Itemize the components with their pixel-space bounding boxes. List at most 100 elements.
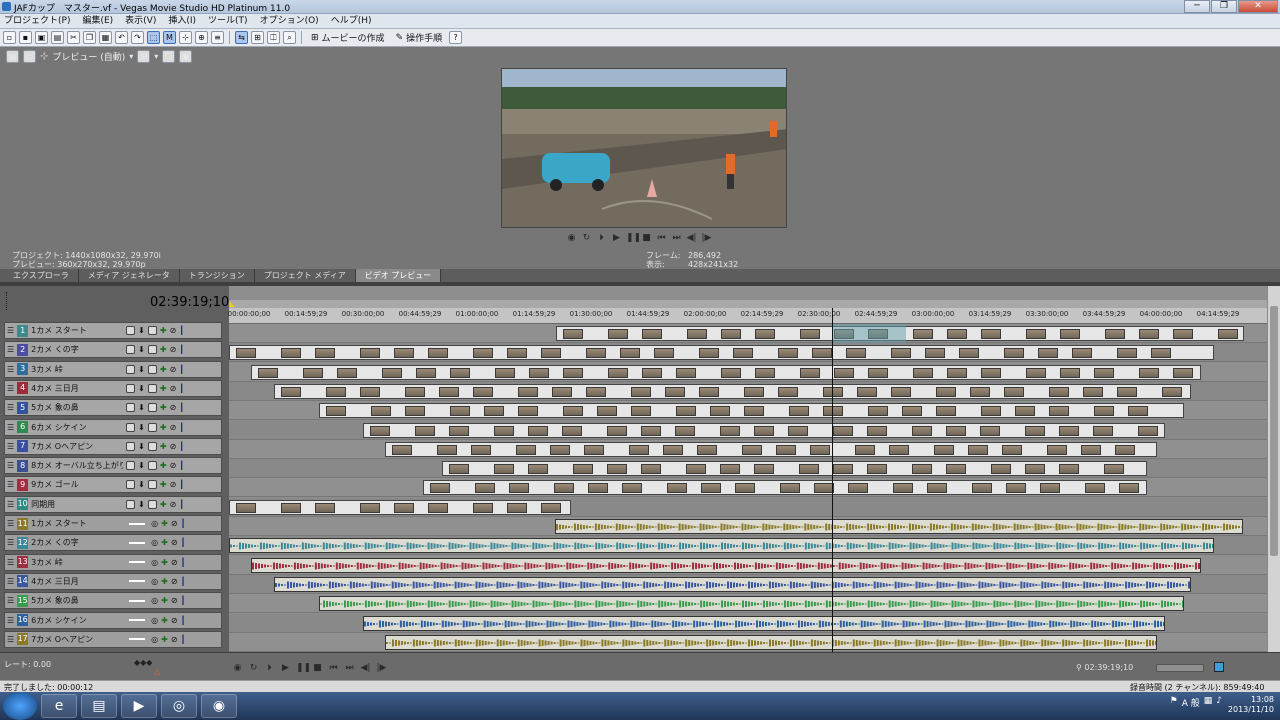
motion-icon[interactable] — [147, 326, 157, 335]
split-icon[interactable]: ⎅ — [267, 31, 280, 44]
go-to-end-icon[interactable]: ⏭ — [344, 663, 355, 674]
pan-knob-icon[interactable]: ◎ — [151, 519, 158, 528]
start-marker-icon[interactable]: ◣ — [229, 299, 235, 308]
collapse-icon[interactable]: ☰ — [7, 577, 14, 586]
track-name[interactable]: 4カメ 三日月 — [31, 576, 123, 587]
track-lane[interactable] — [229, 497, 1267, 517]
undo-icon[interactable]: ↶ — [115, 31, 128, 44]
flag-icon[interactable]: ⚑ — [1170, 696, 1178, 709]
normal-edit-tool-icon[interactable]: ⬚ — [147, 31, 160, 44]
paste-icon[interactable]: ▦ — [99, 31, 112, 44]
save-icon[interactable]: ▣ — [35, 31, 48, 44]
track-name[interactable]: 1カメ スタート — [31, 325, 123, 336]
track-name[interactable]: 2カメ くの字 — [31, 537, 123, 548]
help-pointer-icon[interactable]: ? — [449, 31, 463, 44]
stop-icon[interactable]: ■ — [312, 663, 323, 674]
compositing-icon[interactable]: ⬇ — [138, 384, 145, 393]
next-frame-icon[interactable]: |▶ — [701, 233, 712, 244]
solo-icon[interactable]: ⊘ — [171, 519, 178, 528]
collapse-icon[interactable]: ☰ — [7, 538, 14, 547]
motion-icon[interactable] — [147, 403, 157, 413]
external-monitor-icon[interactable]: ▭ — [23, 49, 36, 63]
zoom-icon[interactable]: ⌕ — [283, 31, 296, 44]
track-lane[interactable] — [229, 324, 1267, 343]
timeline-vertical-scrollbar[interactable] — [1267, 286, 1280, 652]
mute-icon[interactable]: ✚ — [161, 519, 168, 528]
solo-icon[interactable]: ⊘ — [170, 480, 177, 489]
mute-icon[interactable]: ✚ — [160, 403, 167, 412]
chevron-down-icon[interactable]: ▾ — [154, 52, 158, 61]
motion-icon[interactable] — [147, 461, 157, 471]
make-movie-button[interactable]: ⊞ ムービーの作成 — [307, 31, 389, 45]
ime-indicator[interactable]: A 般 — [1182, 696, 1200, 709]
motion-icon[interactable] — [147, 499, 157, 509]
motion-icon[interactable] — [147, 422, 157, 432]
audio-event[interactable] — [385, 634, 1157, 650]
arm-icon[interactable]: ┃ — [179, 403, 184, 412]
track-header[interactable]: ☰ 17 7カメ Oヘアピン ◎ ✚ ⊘ ┃ — [4, 630, 222, 648]
mute-icon[interactable]: ✚ — [160, 442, 167, 451]
preview-properties-icon[interactable]: ▤ — [6, 49, 19, 63]
playhead[interactable] — [832, 308, 833, 652]
collapse-icon[interactable]: ☰ — [7, 616, 14, 625]
fx-icon[interactable] — [126, 441, 136, 451]
track-name[interactable]: 1カメ スタート — [31, 518, 123, 529]
track-name[interactable]: 4カメ 三日月 — [31, 383, 123, 394]
solo-icon[interactable]: ⊘ — [170, 423, 177, 432]
menu-options[interactable]: オプション(O) — [260, 14, 319, 28]
tab-project-media[interactable]: プロジェクト メディア — [255, 269, 356, 282]
mute-icon[interactable]: ✚ — [160, 365, 167, 374]
motion-icon[interactable] — [147, 383, 157, 393]
track-name[interactable]: 3カメ 峠 — [31, 557, 123, 568]
fx-icon[interactable] — [126, 422, 136, 432]
compositing-icon[interactable]: ⬇ — [138, 403, 145, 412]
play-from-start-icon[interactable]: ⏵ — [264, 663, 275, 674]
track-name[interactable]: 6カメ シケイン — [31, 422, 123, 433]
motion-icon[interactable] — [147, 441, 157, 451]
go-to-end-icon[interactable]: ⏭ — [671, 233, 682, 244]
show-me-how-button[interactable]: ✎ 操作手順 — [392, 31, 447, 45]
video-event[interactable] — [229, 499, 571, 515]
arm-icon[interactable]: ┃ — [179, 480, 184, 489]
arm-icon[interactable]: ┃ — [179, 500, 184, 509]
mute-icon[interactable]: ✚ — [161, 577, 168, 586]
video-event[interactable] — [274, 383, 1191, 399]
track-header[interactable]: ☰ 10 同期用 ⬇ ✚ ⊘ ┃ — [4, 495, 222, 513]
solo-icon[interactable]: ⊘ — [171, 558, 178, 567]
solo-icon[interactable]: ⊘ — [170, 500, 177, 509]
arm-icon[interactable]: ┃ — [179, 384, 184, 393]
redo-icon[interactable]: ↷ — [131, 31, 144, 44]
solo-icon[interactable]: ⊘ — [170, 345, 177, 354]
compositing-icon[interactable]: ⬇ — [138, 461, 145, 470]
record-icon[interactable]: ◉ — [232, 663, 243, 674]
volume-fader[interactable] — [129, 541, 146, 544]
collapse-icon[interactable]: ☰ — [7, 423, 14, 432]
system-clock[interactable]: 13:08 2013/11/10 — [1228, 695, 1274, 715]
arm-icon[interactable]: ┃ — [179, 423, 184, 432]
video-event[interactable] — [385, 441, 1157, 457]
video-event[interactable] — [229, 345, 1214, 361]
track-lane[interactable] — [229, 536, 1267, 556]
previous-frame-icon[interactable]: ◀| — [686, 233, 697, 244]
open-folder-icon[interactable]: ▪ — [19, 31, 32, 44]
track-lane[interactable] — [229, 632, 1267, 652]
track-header[interactable]: ☰ 1 1カメ スタート ⬇ ✚ ⊘ ┃ — [4, 322, 222, 339]
mute-icon[interactable]: ✚ — [161, 558, 168, 567]
track-header[interactable]: ☰ 15 5カメ 象の鼻 ◎ ✚ ⊘ ┃ — [4, 592, 222, 610]
pan-knob-icon[interactable]: ◎ — [151, 538, 158, 547]
compositing-icon[interactable]: ⬇ — [138, 500, 145, 509]
properties-icon[interactable]: ▤ — [51, 31, 64, 44]
track-header[interactable]: ☰ 9 9カメ ゴール ⬇ ✚ ⊘ ┃ — [4, 476, 222, 494]
chrome-taskbar-icon[interactable]: ◎ — [161, 694, 197, 718]
audio-event[interactable] — [229, 538, 1214, 554]
track-name[interactable]: 5カメ 象の鼻 — [31, 595, 123, 606]
solo-icon[interactable]: ⊘ — [170, 384, 177, 393]
tab-transitions[interactable]: トランジション — [180, 269, 255, 282]
track-header[interactable]: ☰ 16 6カメ シケイン ◎ ✚ ⊘ ┃ — [4, 611, 222, 629]
loop-icon[interactable]: ↻ — [581, 233, 592, 244]
track-header[interactable]: ☰ 11 1カメ スタート ◎ ✚ ⊘ ┃ — [4, 515, 222, 532]
collapse-icon[interactable]: ☰ — [7, 519, 14, 528]
time-ruler[interactable]: 00:00:00;00 00:14:59;29 00:30:00;00 00:44:5… — [228, 308, 1280, 324]
track-header[interactable]: ☰ 12 2カメ くの字 ◎ ✚ ⊘ ┃ — [4, 534, 222, 552]
arm-icon[interactable]: ┃ — [179, 345, 184, 354]
